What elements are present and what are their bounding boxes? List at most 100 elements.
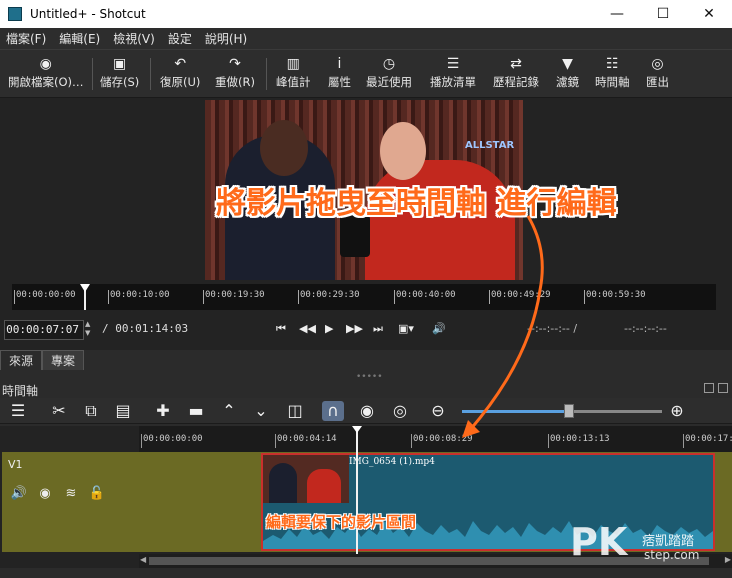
tab-source[interactable]: 來源: [0, 350, 43, 370]
filters-button[interactable]: ▼ 濾鏡: [556, 54, 579, 94]
toolbar-divider: [266, 58, 267, 90]
undo-icon: ↶: [174, 56, 187, 72]
timecode-spinner[interactable]: ▲ ▼: [85, 320, 97, 340]
ripple-icon[interactable]: ◎: [389, 401, 411, 421]
menu-help[interactable]: 說明(H): [205, 30, 247, 47]
lock-icon[interactable]: 🔓: [84, 486, 110, 501]
menu-settings[interactable]: 設定: [168, 30, 192, 47]
menu-edit[interactable]: 編輯(E): [59, 30, 100, 47]
snap-icon[interactable]: ∩: [322, 401, 344, 421]
timeline-playhead[interactable]: [356, 426, 358, 568]
menu-icon[interactable]: ☰: [7, 401, 29, 421]
split-icon[interactable]: ◫: [284, 401, 306, 421]
float-panel-icon[interactable]: [704, 383, 714, 393]
peak-meter-label: 峰值計: [276, 75, 311, 89]
timeline-ruler[interactable]: 00:00:00:00 00:00:04:14 00:00:08:29 00:0…: [139, 426, 732, 452]
tab-project[interactable]: 專案: [42, 350, 85, 370]
timeline-ruler-tick: 00:00:13:13: [548, 434, 610, 448]
menu-view[interactable]: 檢視(V): [113, 30, 155, 47]
player-playhead-marker[interactable]: [80, 284, 90, 292]
timeline-button[interactable]: ☷ 時間軸: [595, 54, 630, 94]
minimize-button[interactable]: —: [594, 0, 640, 28]
close-panel-icon[interactable]: [718, 383, 728, 393]
mute-icon[interactable]: 🔊: [6, 486, 32, 501]
player-ruler[interactable]: 00:00:00:00 00:00:10:00 00:00:19:30 00:0…: [12, 284, 716, 310]
zoom-out-icon[interactable]: ⊖: [427, 401, 449, 421]
player-ruler-tick: 00:00:29:30: [298, 290, 360, 304]
current-timecode-field[interactable]: 00:00:07:07: [4, 320, 84, 340]
rewind-icon[interactable]: ◀◀: [299, 322, 316, 335]
volume-icon[interactable]: 🔊: [432, 322, 446, 335]
skip-next-icon[interactable]: ⏭: [373, 322, 383, 336]
cut-icon[interactable]: ✂: [48, 401, 70, 421]
timeline-ruler-tick: 00:00:04:14: [275, 434, 337, 448]
scroll-left-icon[interactable]: ◀: [140, 555, 146, 564]
recent-label: 最近使用: [366, 75, 412, 89]
paste-icon[interactable]: ▤: [112, 401, 134, 421]
menu-file[interactable]: 檔案(F): [6, 30, 46, 47]
redo-icon: ↷: [229, 56, 241, 72]
open-file-button[interactable]: ◉ 開啟檔案(O)…: [8, 54, 84, 94]
info-icon: i: [337, 56, 342, 72]
clock-icon: ◷: [382, 56, 396, 72]
eye-icon: ◉: [39, 56, 52, 72]
scroll-right-icon[interactable]: ▶: [725, 555, 731, 564]
clip-name: IMG_0654 (1).mp4: [349, 457, 435, 467]
player-ruler-tick: 00:00:59:30: [584, 290, 646, 304]
menu-bar: 檔案(F) 編輯(E) 檢視(V) 設定 說明(H): [0, 28, 732, 50]
out-point: --:--:--:--: [624, 322, 667, 335]
lift-icon[interactable]: ⌃: [218, 401, 240, 421]
export-button[interactable]: ◎ 匯出: [646, 54, 669, 94]
zoom-in-icon[interactable]: ⊕: [666, 401, 688, 421]
window-controls: — ☐ ✕: [594, 0, 732, 28]
track-name: V1: [8, 458, 23, 471]
toolbar-divider: [92, 58, 93, 90]
play-icon[interactable]: ▶: [325, 322, 333, 335]
scrub-eye-icon[interactable]: ◉: [356, 401, 378, 421]
in-point: --:--:--:-- /: [527, 322, 578, 335]
timeline-toolbar: ☰ ✂ ⧉ ▤ ✚ ▬ ⌃ ⌄ ◫ ∩ ◉ ◎ ⊖ ⊕: [0, 398, 732, 424]
redo-button[interactable]: ↷ 重做(R): [215, 54, 255, 94]
tutorial-headline: 將影片拖曳至時間軸 進行編輯: [216, 186, 617, 221]
interviewee-face: [260, 120, 308, 176]
playlist-button[interactable]: ☰ 播放清單: [430, 54, 476, 94]
source-project-tabs: 來源 專案: [0, 350, 85, 372]
add-icon[interactable]: ✚: [152, 401, 174, 421]
remove-icon[interactable]: ▬: [185, 401, 207, 421]
copy-icon[interactable]: ⧉: [80, 401, 102, 421]
properties-label: 屬性: [328, 75, 351, 89]
zoom-fit-icon[interactable]: ▣▾: [398, 322, 414, 335]
fast-forward-icon[interactable]: ▶▶: [346, 322, 363, 335]
save-label: 儲存(S): [100, 75, 140, 89]
recent-button[interactable]: ◷ 最近使用: [366, 54, 412, 94]
clip-thumbnail: [263, 455, 349, 503]
main-toolbar: ◉ 開啟檔案(O)… ▣ 儲存(S) ↶ 復原(U) ↷ 重做(R) ▥ 峰值計…: [0, 50, 732, 98]
shotcut-app-icon: [8, 7, 22, 21]
track-controls: 🔊 ◉ ≋ 🔓: [6, 486, 110, 501]
undo-button[interactable]: ↶ 復原(U): [160, 54, 200, 94]
watermark-logo: PK: [570, 520, 628, 564]
peak-meter-button[interactable]: ▥ 峰值計: [276, 54, 311, 94]
skip-previous-icon[interactable]: ⏮: [276, 322, 286, 336]
maximize-button[interactable]: ☐: [640, 0, 686, 28]
close-button[interactable]: ✕: [686, 0, 732, 28]
properties-button[interactable]: i 屬性: [328, 54, 351, 94]
list-icon: ☰: [446, 56, 460, 72]
visibility-eye-icon[interactable]: ◉: [32, 486, 58, 501]
timeline-ruler-tick: 00:00:00:00: [141, 434, 203, 448]
timeline-playhead-marker[interactable]: [352, 426, 362, 433]
player-ruler-tick: 00:00:00:00: [14, 290, 76, 304]
track-header-v1[interactable]: V1 🔊 ◉ ≋ 🔓: [2, 452, 139, 552]
player-ruler-tick: 00:00:49:29: [489, 290, 551, 304]
thumbnail-figure-right: [307, 469, 341, 503]
transport-bar: 00:00:07:07 ▲ ▼ / 00:01:14:03 ⏮ ◀◀ ▶ ▶▶ ⏭…: [0, 320, 732, 340]
history-button[interactable]: ⇄ 歷程記錄: [493, 54, 539, 94]
zoom-slider-handle[interactable]: [564, 404, 574, 418]
composite-layers-icon[interactable]: ≋: [58, 486, 84, 501]
clip-range-note: 編輯要保下的影片區間: [266, 513, 417, 531]
save-button[interactable]: ▣ 儲存(S): [100, 54, 139, 94]
player-ruler-tick: 00:00:19:30: [203, 290, 265, 304]
filters-label: 濾鏡: [556, 75, 579, 89]
overwrite-icon[interactable]: ⌄: [250, 401, 272, 421]
watermark-url: step.com: [644, 548, 700, 562]
